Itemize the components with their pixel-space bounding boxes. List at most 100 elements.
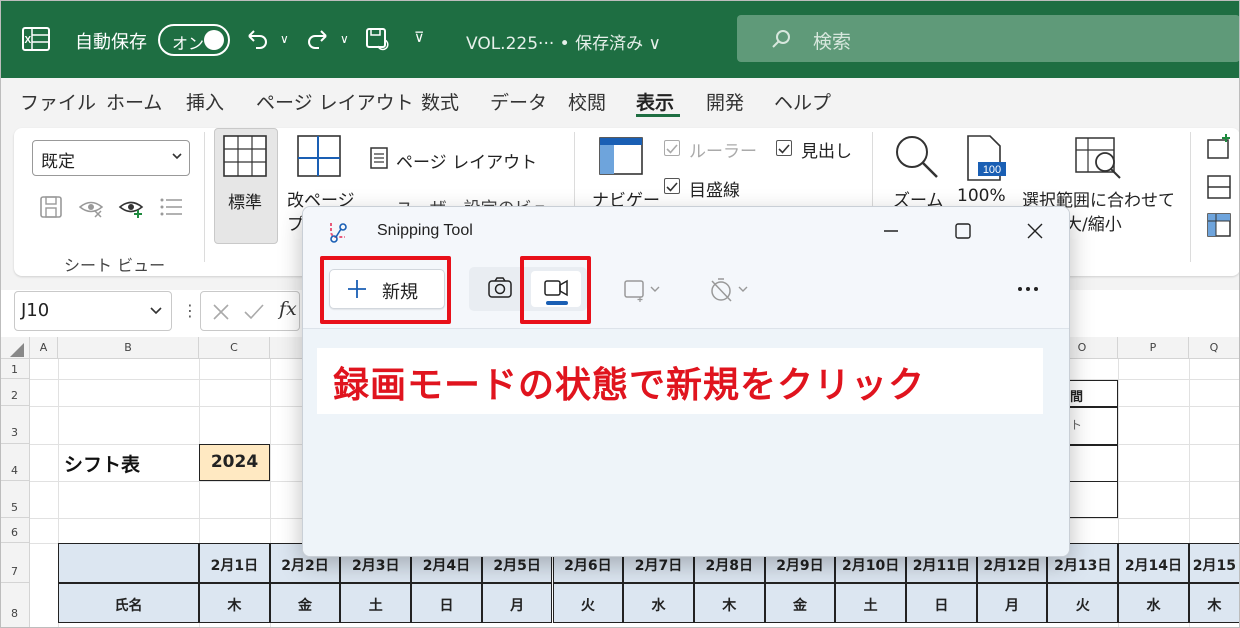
sheet-view-options-icon[interactable]	[158, 194, 184, 220]
row-header-3[interactable]: 3	[0, 406, 30, 444]
info-box-text: ト	[1070, 418, 1083, 432]
autosave-toggle[interactable]: オン	[158, 24, 230, 56]
sheet-view-select[interactable]: 既定	[32, 140, 190, 176]
toggle-knob	[204, 30, 224, 50]
row-header-2[interactable]: 2	[0, 379, 30, 406]
zoom-100-icon[interactable]: 100	[964, 134, 1006, 182]
close-icon[interactable]	[1021, 217, 1049, 245]
save-icon[interactable]	[364, 26, 390, 52]
new-button-highlight	[320, 256, 451, 324]
weekday-cell[interactable]: 火	[552, 583, 624, 623]
headings-checkbox[interactable]	[776, 140, 792, 156]
undo-icon[interactable]	[244, 26, 270, 52]
minimize-icon[interactable]	[877, 217, 905, 245]
new-sheet-view-icon[interactable]	[118, 194, 144, 220]
tab-formulas[interactable]: 数式	[421, 88, 459, 115]
enter-check-icon[interactable]	[243, 302, 265, 322]
weekday-cell[interactable]: 土	[835, 583, 906, 623]
chevron-down-icon	[172, 153, 182, 160]
tab-help[interactable]: ヘルプ	[774, 88, 831, 115]
rectangle-snip-icon	[624, 280, 660, 302]
headings-label: 見出し	[801, 142, 852, 162]
date-header-cell[interactable]: 2月14日	[1118, 543, 1189, 583]
weekday-cell[interactable]: 土	[340, 583, 412, 623]
date-header-cell[interactable]: 2月1日	[199, 543, 270, 583]
snipping-tool-titlebar[interactable]: Snipping Tool	[303, 207, 1069, 255]
row-header-7[interactable]: 7	[0, 543, 30, 583]
page-break-preview-icon[interactable]	[296, 134, 342, 178]
tab-home[interactable]: ホーム	[106, 88, 162, 115]
tab-file[interactable]: ファイル	[20, 88, 96, 115]
weekday-cell[interactable]: 水	[623, 583, 694, 623]
tab-view[interactable]: 表示	[636, 88, 674, 115]
check-icon	[666, 144, 678, 154]
exit-sheet-view-icon[interactable]	[78, 194, 104, 220]
new-window-icon[interactable]	[1206, 134, 1232, 160]
delay-timer-dropdown[interactable]	[707, 275, 757, 305]
screenshot-mode-button[interactable]	[475, 271, 525, 307]
normal-view-icon	[223, 135, 267, 177]
chevron-down-icon	[150, 307, 162, 315]
row-header-6[interactable]: 6	[0, 518, 30, 543]
row-header-4[interactable]: 4	[0, 444, 30, 481]
column-header-a[interactable]: A	[30, 337, 58, 359]
snip-shape-dropdown[interactable]	[621, 275, 671, 305]
navigator-icon[interactable]	[598, 136, 644, 176]
snipping-tool-app-icon	[330, 223, 347, 243]
weekday-cell[interactable]: 月	[481, 583, 553, 623]
year-cell[interactable]: 2024	[199, 444, 270, 481]
weekday-cell[interactable]: 日	[906, 583, 977, 623]
column-header-c[interactable]: C	[199, 337, 270, 359]
tab-page-layout[interactable]: ページ レイアウト	[256, 88, 414, 115]
maximize-icon[interactable]	[949, 217, 977, 245]
sheet-view-group-label: シート ビュー	[64, 256, 166, 275]
tab-data[interactable]: データ	[490, 88, 547, 115]
more-options-icon[interactable]	[1013, 277, 1043, 301]
name-header-top-cell[interactable]	[58, 543, 199, 583]
file-name[interactable]: VOL.225··· • 保存済み ∨	[466, 29, 661, 54]
snipping-tool-title: Snipping Tool	[377, 222, 473, 239]
search-box[interactable]: 検索	[737, 15, 1240, 62]
svg-text:X: X	[25, 35, 32, 46]
weekday-cell[interactable]: 木	[693, 583, 765, 623]
row-header-1[interactable]: 1	[0, 359, 30, 379]
column-header-q[interactable]: Q	[1189, 337, 1240, 359]
weekday-cell[interactable]: 月	[976, 583, 1048, 623]
weekday-cell[interactable]: 日	[411, 583, 482, 623]
zoom-to-selection-icon[interactable]	[1074, 136, 1124, 180]
tab-insert[interactable]: 挿入	[186, 88, 224, 115]
weekday-cell[interactable]: 木	[1188, 583, 1240, 623]
column-header-p[interactable]: P	[1118, 337, 1189, 359]
formula-bar-buttons: fx	[200, 291, 300, 331]
date-header-cell[interactable]: 2月15	[1188, 543, 1240, 583]
redo-icon[interactable]	[305, 26, 331, 52]
weekday-cell[interactable]: 木	[199, 583, 270, 623]
keep-sheet-view-icon[interactable]	[38, 194, 64, 220]
weekday-cell[interactable]: 水	[1118, 583, 1189, 623]
cancel-icon[interactable]	[211, 302, 231, 322]
column-header-b[interactable]: B	[58, 337, 199, 359]
page-layout-icon	[370, 147, 388, 169]
undo-dropdown-icon[interactable]: ∨	[280, 32, 289, 46]
tab-review[interactable]: 校閲	[568, 88, 606, 115]
zoom-icon[interactable]	[892, 132, 940, 180]
ribbon-tab-bar: ファイル ホーム 挿入 ページ レイアウト 数式 データ 校閲 表示 開発 ヘル…	[0, 78, 1240, 122]
page-layout-button[interactable]: ページ レイアウト	[396, 148, 537, 173]
select-all-corner[interactable]	[0, 337, 30, 359]
tab-developer[interactable]: 開発	[706, 88, 744, 115]
redo-dropdown-icon[interactable]: ∨	[340, 32, 349, 46]
insert-function-button[interactable]: fx	[279, 298, 297, 320]
row-header-8[interactable]: 8	[0, 583, 30, 628]
name-box[interactable]: J10	[14, 291, 172, 331]
row-header-5[interactable]: 5	[0, 481, 30, 518]
freeze-panes-icon[interactable]	[1206, 212, 1232, 238]
arrange-all-icon[interactable]	[1206, 174, 1232, 200]
weekday-cell[interactable]: 金	[269, 583, 341, 623]
ruler-checkbox[interactable]	[664, 140, 680, 156]
name-header-cell[interactable]: 氏名	[58, 583, 199, 623]
weekday-cell[interactable]: 金	[764, 583, 836, 623]
ruler-label: ルーラー	[689, 142, 757, 162]
customize-toolbar-icon[interactable]: ⊽	[414, 30, 424, 46]
gridlines-checkbox[interactable]	[664, 178, 680, 194]
weekday-cell[interactable]: 火	[1047, 583, 1119, 623]
